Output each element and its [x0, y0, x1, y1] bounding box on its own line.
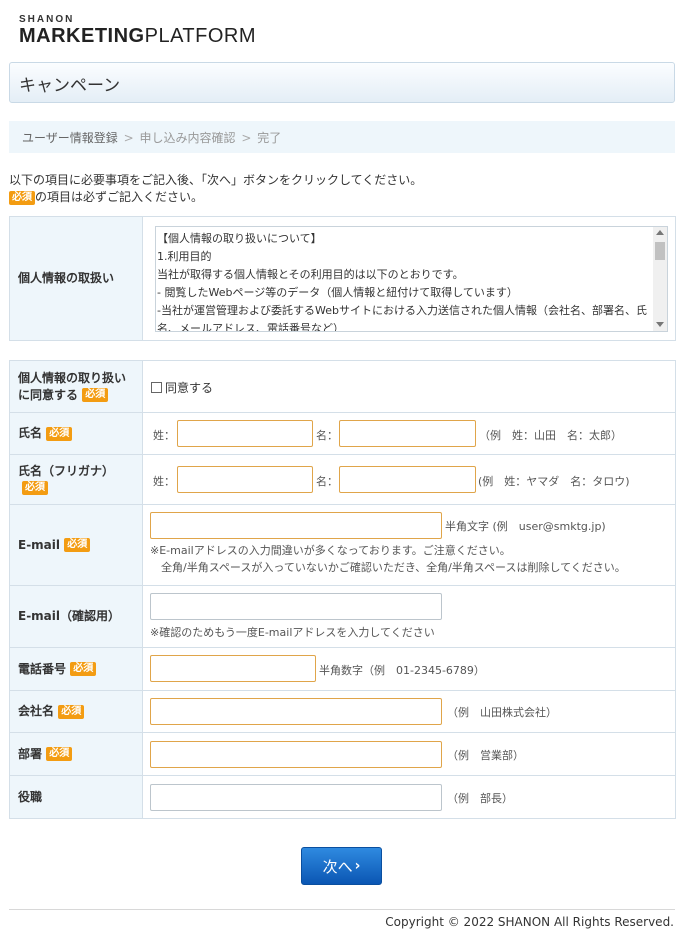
- intro-text: 以下の項目に必要事項をご記入後、「次へ」ボタンをクリックしてください。 必須 の項…: [9, 172, 422, 206]
- required-badge: 必須: [46, 747, 73, 761]
- step-complete: 完了: [257, 131, 282, 145]
- logo: SHANON MARKETINGPLATFORM: [19, 14, 256, 47]
- email-confirm-label: E-mail（確認用）: [9, 585, 143, 648]
- page-title: キャンペーン: [19, 76, 121, 96]
- position-row: 役職 （例 部長）: [9, 775, 676, 819]
- email-note-1: ※E-mailアドレスの入力間違いが多くなっております。ご注意ください。: [150, 544, 511, 557]
- last-name-kana-input[interactable]: [177, 466, 313, 493]
- scroll-up-arrow-icon[interactable]: [656, 230, 664, 235]
- position-hint: （例 部長）: [447, 792, 513, 805]
- department-input[interactable]: [150, 741, 442, 768]
- privacy-line: -当社が運営管理および委託するWebサイトにおける入力送信された個人情報（会社名…: [157, 304, 647, 317]
- step-separator: >: [123, 131, 134, 145]
- intro-required-note: の項目は必ずご記入ください。: [35, 190, 204, 204]
- email-row: E-mail 必須 半角文字 (例 user@smktg.jp) ※E-mail…: [9, 504, 676, 586]
- furigana-example: (例 姓：ヤマダ 名：タロウ): [478, 475, 630, 488]
- company-hint: （例 山田株式会社）: [447, 706, 557, 719]
- email-confirm-note: ※確認のためもう一度E-mailアドレスを入力してください: [150, 626, 435, 639]
- privacy-cell: 【個人情報の取り扱いについて】 1.利用目的当社が取得する個人情報とその利用目的は…: [142, 216, 676, 341]
- logo-bold-text: MARKETING: [19, 25, 145, 47]
- consent-checkbox-label[interactable]: 同意する: [165, 379, 213, 396]
- company-label: 会社名 必須: [9, 690, 143, 733]
- step-breadcrumb: ユーザー情報登録 > 申し込み内容確認 > 完了: [9, 121, 675, 153]
- company-row: 会社名 必須 （例 山田株式会社）: [9, 690, 676, 733]
- checkbox-box[interactable]: [151, 382, 162, 393]
- email-label: E-mail 必須: [9, 504, 143, 586]
- required-badge: 必須: [22, 481, 48, 495]
- privacy-policy-textbox[interactable]: 【個人情報の取り扱いについて】 1.利用目的当社が取得する個人情報とその利用目的は…: [155, 226, 668, 332]
- last-name-input[interactable]: [177, 420, 313, 447]
- privacy-scrollbar[interactable]: [653, 227, 667, 331]
- privacy-line: 名、メールアドレス、電話番号など）: [157, 322, 344, 332]
- logo-small-text: SHANON: [19, 14, 75, 25]
- step-current: ユーザー情報登録: [22, 131, 118, 145]
- scroll-thumb[interactable]: [655, 242, 665, 260]
- email-input[interactable]: [150, 512, 442, 539]
- phone-input[interactable]: [150, 655, 316, 682]
- registration-form: 個人情報の取り扱い に同意する 必須 同意する 氏名 必須 姓： 名： （例 姓…: [9, 360, 676, 819]
- privacy-line: 1.利用目的: [157, 250, 212, 263]
- footer-divider: [9, 909, 675, 910]
- required-badge: 必須: [64, 538, 91, 552]
- email-confirm-input[interactable]: [150, 593, 442, 620]
- page-header: キャンペーン: [9, 62, 675, 103]
- privacy-line: 当社が取得する個人情報とその利用目的は以下のとおりです。: [157, 268, 464, 281]
- copyright-text: Copyright © 2022 SHANON All Rights Reser…: [385, 915, 674, 929]
- next-button[interactable]: 次へ ›: [301, 847, 382, 885]
- mei-label: 名：: [316, 429, 338, 442]
- name-row: 氏名 必須 姓： 名： （例 姓：山田 名：太郎）: [9, 412, 676, 455]
- consent-checkbox[interactable]: 同意する: [151, 379, 213, 396]
- step-separator: >: [241, 131, 252, 145]
- email-note-2: 全角/半角スペースが入っていないかご確認いただき、全角/半角スペースは削除してく…: [161, 561, 626, 574]
- company-input[interactable]: [150, 698, 442, 725]
- first-name-kana-input[interactable]: [339, 466, 476, 493]
- privacy-table: 個人情報の取扱い 【個人情報の取り扱いについて】 1.利用目的当社が取得する個人情…: [9, 216, 676, 341]
- consent-row: 個人情報の取り扱い に同意する 必須 同意する: [9, 360, 676, 413]
- logo-light-text: PLATFORM: [144, 25, 257, 47]
- intro-line-1: 以下の項目に必要事項をご記入後、「次へ」ボタンをクリックしてください。: [9, 173, 423, 187]
- privacy-line: 【個人情報の取り扱いについて】: [157, 232, 322, 245]
- name-label: 氏名 必須: [9, 412, 143, 455]
- step-confirm: 申し込み内容確認: [139, 131, 236, 145]
- privacy-policy-text: 【個人情報の取り扱いについて】 1.利用目的当社が取得する個人情報とその利用目的は…: [156, 230, 652, 332]
- intro-line-2: 必須 の項目は必ずご記入ください。: [9, 189, 422, 206]
- phone-hint: 半角数字（例 01-2345-6789）: [319, 664, 485, 677]
- mei-label: 名：: [316, 475, 338, 488]
- required-badge: 必須: [46, 426, 73, 441]
- position-input[interactable]: [150, 784, 442, 811]
- required-badge: 必須: [9, 190, 35, 205]
- required-badge: 必須: [82, 388, 109, 402]
- next-button-label[interactable]: 次へ: [323, 856, 353, 877]
- required-badge: 必須: [58, 704, 85, 719]
- department-label: 部署 必須: [9, 732, 143, 776]
- email-hint: 半角文字 (例 user@smktg.jp): [445, 520, 606, 533]
- email-confirm-row: E-mail（確認用） ※確認のためもう一度E-mailアドレスを入力してくださ…: [9, 585, 676, 648]
- consent-label: 個人情報の取り扱い に同意する 必須: [9, 360, 143, 413]
- scroll-down-arrow-icon[interactable]: [656, 322, 664, 327]
- department-hint: （例 営業部）: [447, 749, 524, 762]
- sei-label: 姓：: [153, 429, 175, 442]
- department-row: 部署 必須 （例 営業部）: [9, 732, 676, 776]
- phone-label: 電話番号 必須: [9, 647, 143, 691]
- furigana-label: 氏名（フリガナ） 必須: [9, 454, 143, 505]
- name-example: （例 姓：山田 名：太郎）: [479, 429, 622, 442]
- position-label: 役職: [9, 775, 143, 819]
- privacy-label: 個人情報の取扱い: [9, 216, 143, 341]
- logo-main-text: MARKETINGPLATFORM: [19, 25, 256, 47]
- privacy-line: - 閲覧したWebページ等のデータ（個人情報と紐付けて取得しています）: [157, 286, 518, 299]
- furigana-row: 氏名（フリガナ） 必須 姓： 名： (例 姓：ヤマダ 名：タロウ): [9, 454, 676, 505]
- sei-label: 姓：: [153, 475, 175, 488]
- chevron-right-icon: ›: [354, 858, 361, 874]
- first-name-input[interactable]: [339, 420, 476, 447]
- phone-row: 電話番号 必須 半角数字（例 01-2345-6789）: [9, 647, 676, 691]
- required-badge: 必須: [70, 662, 97, 676]
